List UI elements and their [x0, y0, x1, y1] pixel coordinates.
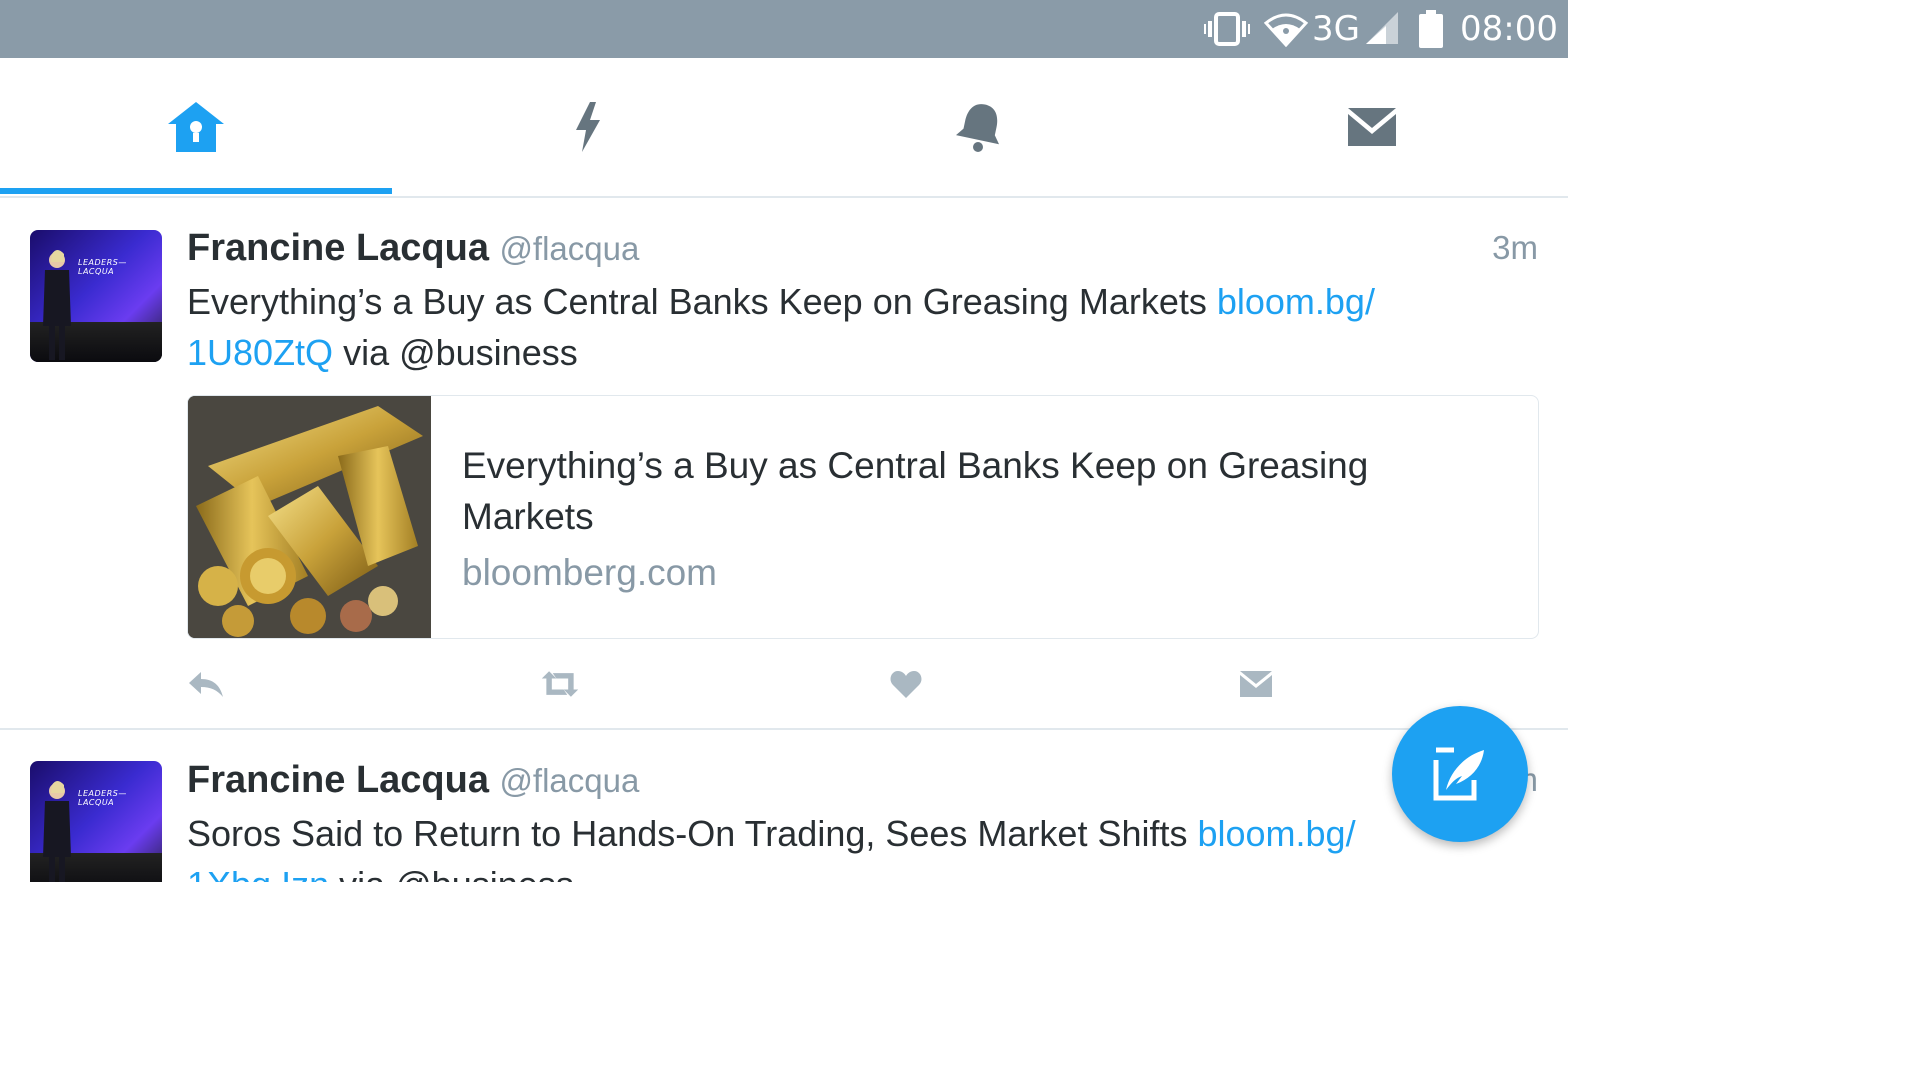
tweet-text-suffix: via @business [329, 864, 574, 882]
retweet-icon [541, 671, 579, 697]
like-icon [890, 671, 922, 698]
tweet-text: Everything’s a Buy as Central Banks Keep… [187, 276, 1487, 378]
signal-icon [1366, 12, 1398, 44]
tweet[interactable]: LEADERS—LACQUA Francine Lacqua @flacqua … [0, 730, 1568, 882]
avatar-caption: LEADERS—LACQUA [78, 258, 127, 276]
card-domain: bloomberg.com [462, 552, 718, 593]
author-handle[interactable]: @flacqua [499, 762, 639, 799]
tweet-timestamp: 3m [1492, 229, 1538, 266]
tweet-text: Soros Said to Return to Hands-On Trading… [187, 808, 1487, 882]
battery-icon [1419, 10, 1443, 48]
bell-icon [956, 104, 1000, 152]
tweet[interactable]: LEADERS—LACQUA Francine Lacqua @flacqua … [0, 198, 1568, 730]
card-title: Everything’s a Buy as Central Banks Keep… [462, 445, 1369, 537]
lightning-icon [576, 102, 600, 152]
author-handle[interactable]: @flacqua [499, 230, 639, 267]
reply-button[interactable] [186, 666, 226, 702]
tweet-header: Francine Lacqua @flacqua [187, 226, 639, 270]
clock: 08:00 [1460, 9, 1558, 49]
status-bar: 3G 08:00 [0, 0, 1568, 58]
selected-tab-indicator [0, 188, 392, 194]
avatar[interactable]: LEADERS—LACQUA [30, 230, 162, 362]
tab-moments[interactable] [392, 58, 784, 196]
author-name[interactable]: Francine Lacqua [187, 227, 489, 269]
avatar-caption: LEADERS—LACQUA [78, 789, 127, 807]
compose-tweet-icon [1433, 747, 1484, 801]
tab-messages[interactable] [1176, 58, 1568, 196]
wifi-icon [1264, 13, 1308, 47]
home-icon [168, 102, 224, 152]
tweet-link-continued[interactable]: 1Xbq.Izn [187, 864, 329, 882]
direct-message-button[interactable] [1236, 666, 1276, 702]
link-card[interactable]: Everything’s a Buy as Central Banks Keep… [187, 395, 1539, 639]
card-image [188, 396, 431, 638]
retweet-button[interactable] [540, 666, 580, 702]
author-name[interactable]: Francine Lacqua [187, 759, 489, 801]
network-type: 3G [1312, 9, 1360, 49]
tab-home[interactable] [0, 58, 392, 196]
envelope-icon [1348, 108, 1396, 146]
tweet-text-suffix: via @business [333, 332, 578, 373]
tweet-link[interactable]: bloom.bg/ [1197, 813, 1355, 854]
compose-tweet-button[interactable] [1392, 706, 1528, 842]
like-button[interactable] [886, 666, 926, 702]
tweet-text-main: Everything’s a Buy as Central Banks Keep… [187, 281, 1217, 322]
tweet-header: Francine Lacqua @flacqua [187, 758, 639, 802]
tab-notifications[interactable] [784, 58, 1176, 196]
tab-bar [0, 58, 1568, 198]
reply-icon [189, 672, 223, 697]
avatar[interactable]: LEADERS—LACQUA [30, 761, 162, 882]
tweet-text-main: Soros Said to Return to Hands-On Trading… [187, 813, 1198, 854]
direct-message-icon [1240, 671, 1272, 697]
vibrate-icon [1204, 12, 1250, 46]
